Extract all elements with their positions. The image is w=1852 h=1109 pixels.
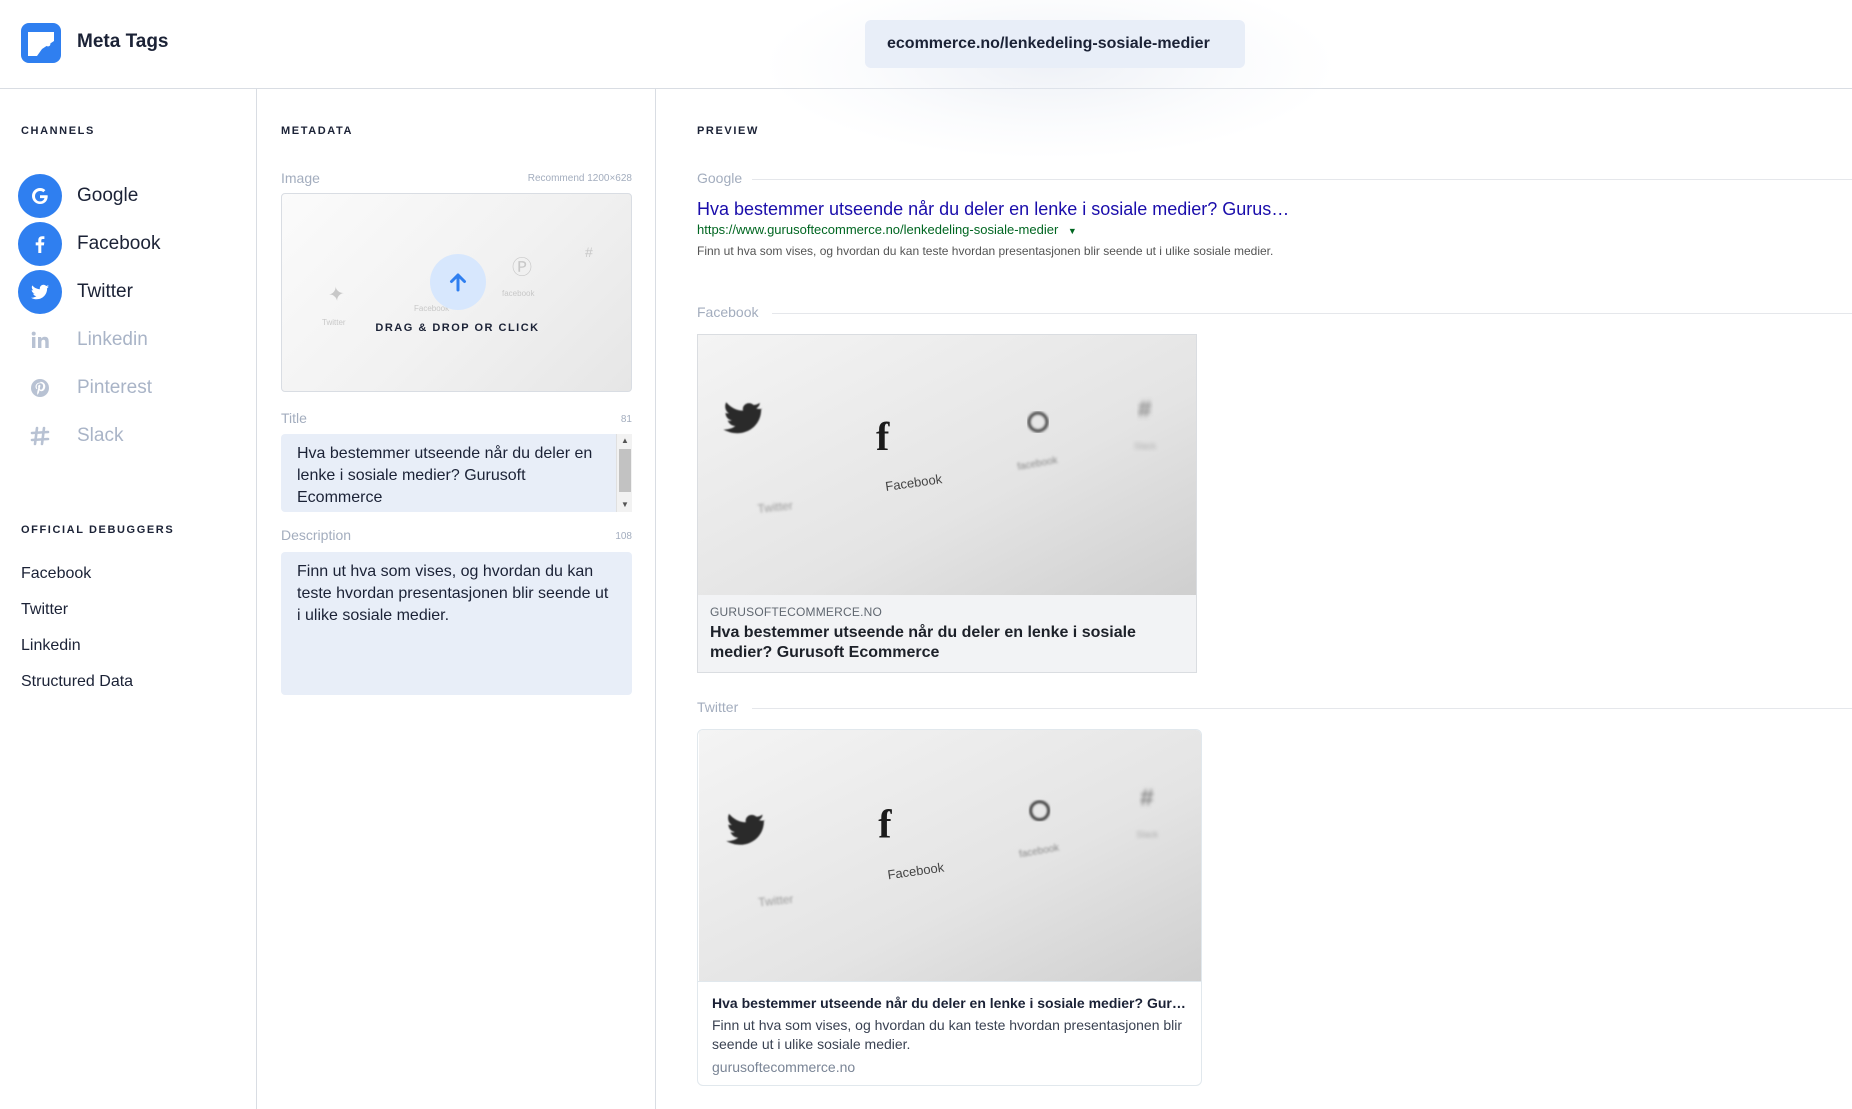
caret-down-icon: ▼ (1067, 226, 1077, 236)
google-icon (18, 174, 62, 218)
twitter-card-domain: gurusoftecommerce.no (712, 1059, 856, 1075)
description-label: Description (281, 527, 352, 543)
image2-label-slack: Slack (1136, 830, 1158, 840)
linkedin-icon (18, 318, 62, 362)
twitter-preview-label: Twitter (697, 699, 739, 715)
image-dropzone[interactable]: ✦ Twitter Facebook Ⓟ facebook # DRAG & D… (281, 193, 632, 392)
facebook-preview-card[interactable]: Twitter f Facebook facebook # Slack GURU… (697, 334, 1197, 673)
preview-heading: Preview (697, 125, 759, 137)
channel-twitter-label: Twitter (77, 281, 133, 302)
upload-button[interactable] (430, 254, 486, 310)
facebook-rule (772, 313, 1852, 314)
faded-facebook-small-text: facebook (502, 289, 535, 298)
image-label: Image (281, 170, 320, 186)
divider-left (256, 89, 257, 1109)
twitter-card-title: Hva bestemmer utseende når du deler en l… (712, 995, 1186, 1011)
image-facebook-f: f (876, 414, 890, 459)
image2-slack-mark: # (1140, 785, 1154, 812)
debugger-link-twitter[interactable]: Twitter (21, 601, 68, 619)
scroll-thumb[interactable] (619, 449, 631, 492)
pinterest-icon (18, 366, 62, 410)
scroll-down-icon[interactable]: ▼ (617, 498, 633, 512)
channel-slack-label: Slack (77, 425, 124, 446)
drop-instructions: DRAG & DROP OR CLICK (375, 322, 540, 334)
divider-right (655, 89, 656, 1109)
channel-linkedin[interactable]: Linkedin (18, 318, 238, 362)
google-result-url: https://www.gurusoftecommerce.no/lenkede… (697, 222, 1077, 237)
title-label: Title (281, 410, 307, 426)
top-header: Meta Tags ecommerce.no/lenkedeling-sosia… (0, 0, 1852, 160)
channel-google[interactable]: Google (18, 174, 238, 218)
google-rule (752, 179, 1852, 180)
metadata-heading: Metadata (281, 125, 354, 137)
image-size-hint: Recommend 1200×628 (527, 173, 632, 184)
image-label-slack: Slack (1134, 441, 1157, 451)
slack-icon (18, 414, 62, 458)
facebook-card-title: Hva bestemmer utseende når du deler en l… (710, 624, 1136, 661)
debugger-link-linkedin[interactable]: Linkedin (21, 637, 81, 655)
channel-facebook-label: Facebook (77, 233, 161, 254)
google-preview-label: Google (697, 170, 743, 186)
twitter-rule (752, 708, 1852, 709)
channel-google-label: Google (77, 185, 139, 206)
facebook-preview-label: Facebook (697, 304, 759, 320)
google-result-url-text: https://www.gurusoftecommerce.no/lenkede… (697, 222, 1059, 237)
channel-slack[interactable]: Slack (18, 414, 238, 458)
channel-facebook[interactable]: Facebook (18, 222, 238, 266)
channel-twitter[interactable]: Twitter (18, 270, 238, 314)
channels-heading: Channels (21, 125, 95, 137)
faded-slack-icon: # (585, 244, 593, 260)
app-title: Meta Tags (77, 31, 169, 52)
title-scrollbar[interactable]: ▲ ▼ (616, 434, 632, 512)
channel-pinterest[interactable]: Pinterest (18, 366, 238, 410)
twitter-card-description: Finn ut hva som vises, og hvordan du kan… (712, 1017, 1183, 1052)
title-char-count: 81 (620, 414, 632, 425)
arrow-up-icon (450, 273, 466, 292)
debuggers-heading: Official Debuggers (21, 524, 175, 536)
facebook-icon (18, 222, 62, 266)
google-result-title[interactable]: Hva bestemmer utseende når du deler en l… (697, 199, 1289, 220)
channel-linkedin-label: Linkedin (77, 329, 148, 350)
debugger-link-structured-data[interactable]: Structured Data (21, 673, 133, 691)
meta-tags-logo-icon (21, 23, 61, 63)
url-input[interactable]: ecommerce.no/lenkedeling-sosiale-medier (865, 20, 1245, 68)
faded-twitter-icon: ✦ (326, 283, 346, 307)
title-textarea-value: Hva bestemmer utseende når du deler en l… (297, 445, 593, 506)
twitter-preview-image: Twitter f Facebook facebook # Slack (698, 730, 1201, 982)
google-result-description: Finn ut hva som vises, og hvordan du kan… (697, 244, 1274, 258)
twitter-preview-card[interactable]: Twitter f Facebook facebook # Slack Hva … (697, 729, 1202, 1086)
description-char-count: 108 (615, 531, 632, 542)
facebook-preview-image: Twitter f Facebook facebook # Slack (698, 335, 1196, 595)
debugger-link-facebook[interactable]: Facebook (21, 565, 91, 583)
image-slack-mark: # (1138, 396, 1152, 423)
twitter-icon (18, 270, 62, 314)
channel-pinterest-label: Pinterest (77, 377, 152, 398)
description-textarea-value: Finn ut hva som vises, og hvordan du kan… (297, 563, 609, 624)
faded-pinterest-icon: Ⓟ (512, 257, 532, 279)
title-textarea[interactable]: Hva bestemmer utseende når du deler en l… (281, 434, 632, 512)
description-textarea[interactable]: Finn ut hva som vises, og hvordan du kan… (281, 552, 632, 695)
image2-facebook-f: f (878, 802, 892, 847)
url-input-value: ecommerce.no/lenkedeling-sosiale-medier (887, 35, 1210, 52)
scroll-up-icon[interactable]: ▲ (617, 434, 633, 448)
facebook-card-domain: GURUSOFTECOMMERCE.NO (710, 605, 882, 619)
